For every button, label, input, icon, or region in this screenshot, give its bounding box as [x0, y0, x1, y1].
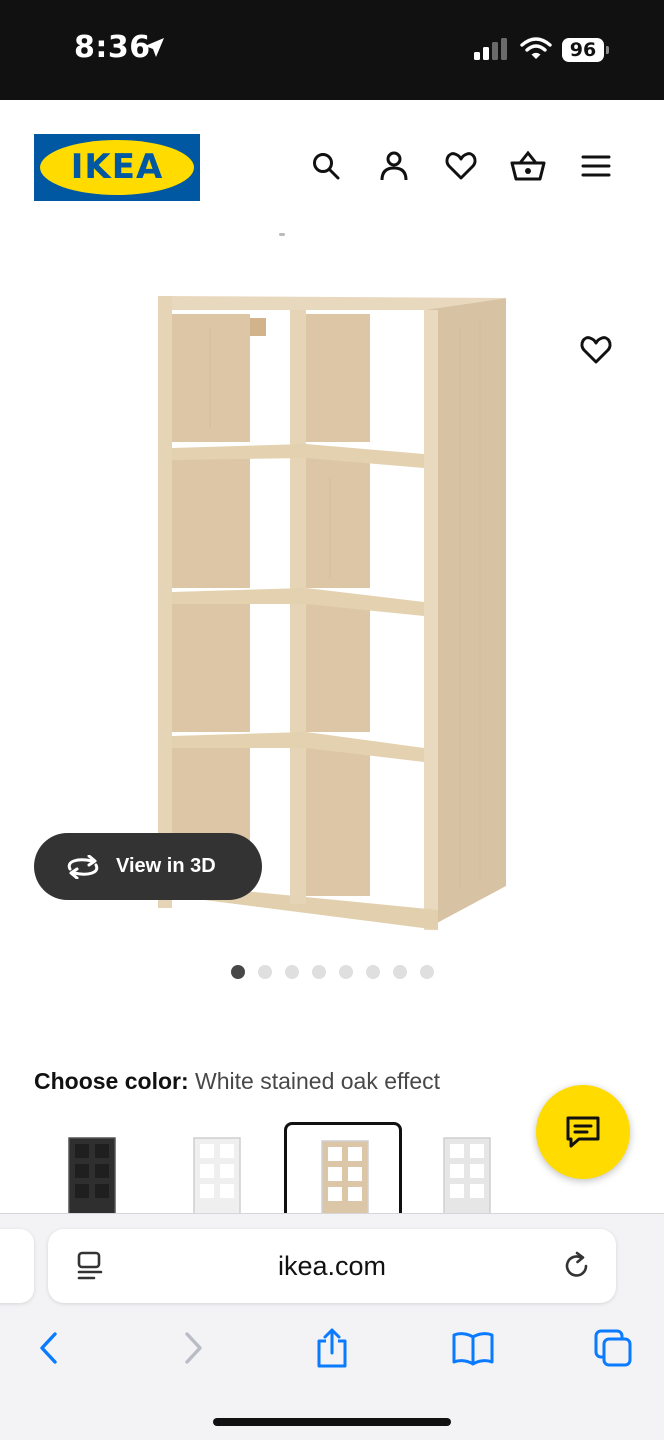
- reload-icon[interactable]: [562, 1251, 592, 1286]
- home-indicator: [213, 1418, 451, 1426]
- pagination-dot[interactable]: [339, 965, 353, 979]
- back-icon[interactable]: [27, 1326, 71, 1370]
- search-icon[interactable]: [308, 148, 344, 184]
- chat-button[interactable]: [536, 1085, 630, 1179]
- image-pagination: [231, 965, 434, 979]
- view-in-3d-button[interactable]: View in 3D: [34, 833, 262, 900]
- color-swatch[interactable]: [284, 1122, 402, 1217]
- color-swatch[interactable]: [159, 1122, 277, 1214]
- color-chooser-heading: Choose color: White stained oak effect: [34, 1068, 440, 1095]
- pagination-dot[interactable]: [420, 965, 434, 979]
- pagination-dot[interactable]: [258, 965, 272, 979]
- pagination-dot[interactable]: [393, 965, 407, 979]
- view-in-3d-label: View in 3D: [116, 855, 216, 877]
- site-header: IKEA: [0, 100, 664, 236]
- account-icon[interactable]: [376, 148, 412, 184]
- pagination-dot[interactable]: [231, 965, 245, 979]
- bookmarks-icon[interactable]: [451, 1326, 495, 1370]
- wifi-icon: [520, 36, 552, 65]
- hamburger-menu-icon[interactable]: [578, 148, 614, 184]
- color-label: Choose color:: [34, 1068, 189, 1094]
- ikea-logo[interactable]: IKEA: [34, 134, 200, 201]
- logo-text: IKEA: [70, 147, 164, 187]
- rotate-3d-icon: [67, 854, 99, 879]
- battery-icon: 96: [562, 38, 609, 62]
- status-time: 8:36: [74, 30, 151, 65]
- wishlist-heart-icon[interactable]: [576, 330, 616, 370]
- color-swatches: [34, 1122, 594, 1217]
- pagination-dot[interactable]: [312, 965, 326, 979]
- cellular-signal-icon: [474, 38, 510, 65]
- color-value: White stained oak effect: [195, 1068, 441, 1094]
- chat-bubble-icon: [566, 1116, 600, 1148]
- url-text: ikea.com: [277, 1251, 387, 1281]
- location-arrow-icon: [142, 36, 166, 65]
- pagination-dot[interactable]: [366, 965, 380, 979]
- address-bar[interactable]: ikea.com: [48, 1229, 616, 1303]
- scrolled-text-fragment: [279, 233, 285, 236]
- forward-icon[interactable]: [171, 1326, 215, 1370]
- share-icon[interactable]: [310, 1326, 354, 1370]
- previous-tab-preview[interactable]: [0, 1229, 34, 1303]
- status-bar: 8:36 96: [0, 0, 664, 100]
- color-swatch[interactable]: [409, 1122, 527, 1214]
- shopping-basket-icon[interactable]: [510, 148, 546, 184]
- browser-toolbar: ikea.com: [0, 1213, 664, 1440]
- tabs-icon[interactable]: [591, 1326, 635, 1370]
- heart-icon[interactable]: [443, 148, 479, 184]
- color-swatch[interactable]: [34, 1122, 152, 1214]
- pagination-dot[interactable]: [285, 965, 299, 979]
